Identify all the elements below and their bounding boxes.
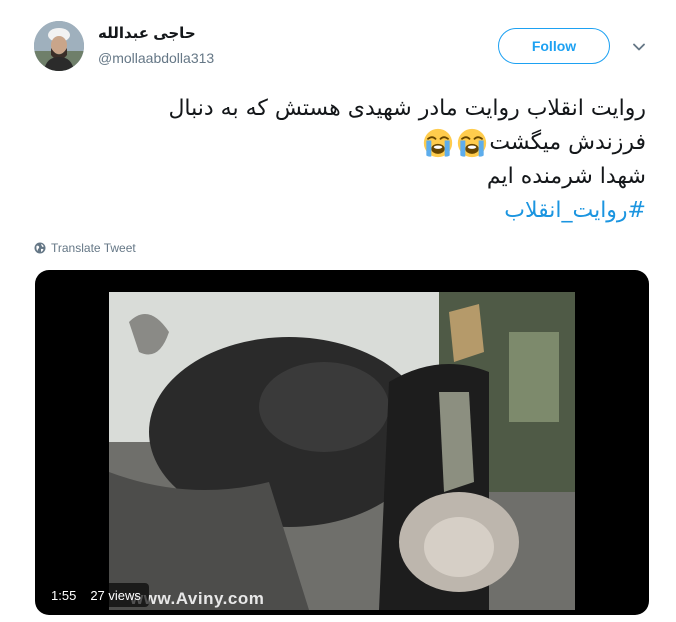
video-duration: 1:55: [51, 587, 77, 603]
loudly-crying-face-icon: [424, 128, 453, 158]
loudly-crying-face-icon: [458, 128, 487, 158]
globe-icon: [34, 242, 46, 254]
video-watermark: www.Aviny.com: [130, 589, 265, 608]
video-view-count: 27 views: [90, 587, 141, 603]
tweet-text: روایت انقلاب روایت مادر شهیدی هستش که به…: [36, 92, 646, 228]
tweet-text-line: روایت انقلاب روایت مادر شهیدی هستش که به…: [168, 96, 646, 121]
avatar[interactable]: [34, 21, 84, 71]
tweet-text-line-with-emoji: فرزندش میگشت: [36, 126, 646, 160]
video-stats-badge: 1:55 27 views: [43, 583, 149, 607]
tweet-text-line: شهدا شرمنده ایم: [486, 164, 646, 189]
hashtag-link[interactable]: #روایت_انقلاب: [36, 194, 646, 228]
avatar-photo: [34, 21, 84, 71]
author-handle[interactable]: @mollaabdolla313: [98, 50, 214, 66]
translate-tweet-label: Translate Tweet: [51, 241, 136, 255]
author-display-name[interactable]: حاجی عبدالله: [98, 24, 196, 42]
chevron-down-icon[interactable]: [632, 40, 646, 54]
follow-button[interactable]: Follow: [498, 28, 610, 64]
tweet-text-line: فرزندش میگشت: [489, 130, 646, 155]
video-thumbnail: [109, 292, 575, 610]
tweet-header: حاجی عبدالله @mollaabdolla313 Follow: [0, 0, 676, 90]
video-player[interactable]: www.Aviny.com 1:55 27 views: [35, 270, 649, 615]
translate-tweet-link[interactable]: Translate Tweet: [34, 241, 136, 255]
